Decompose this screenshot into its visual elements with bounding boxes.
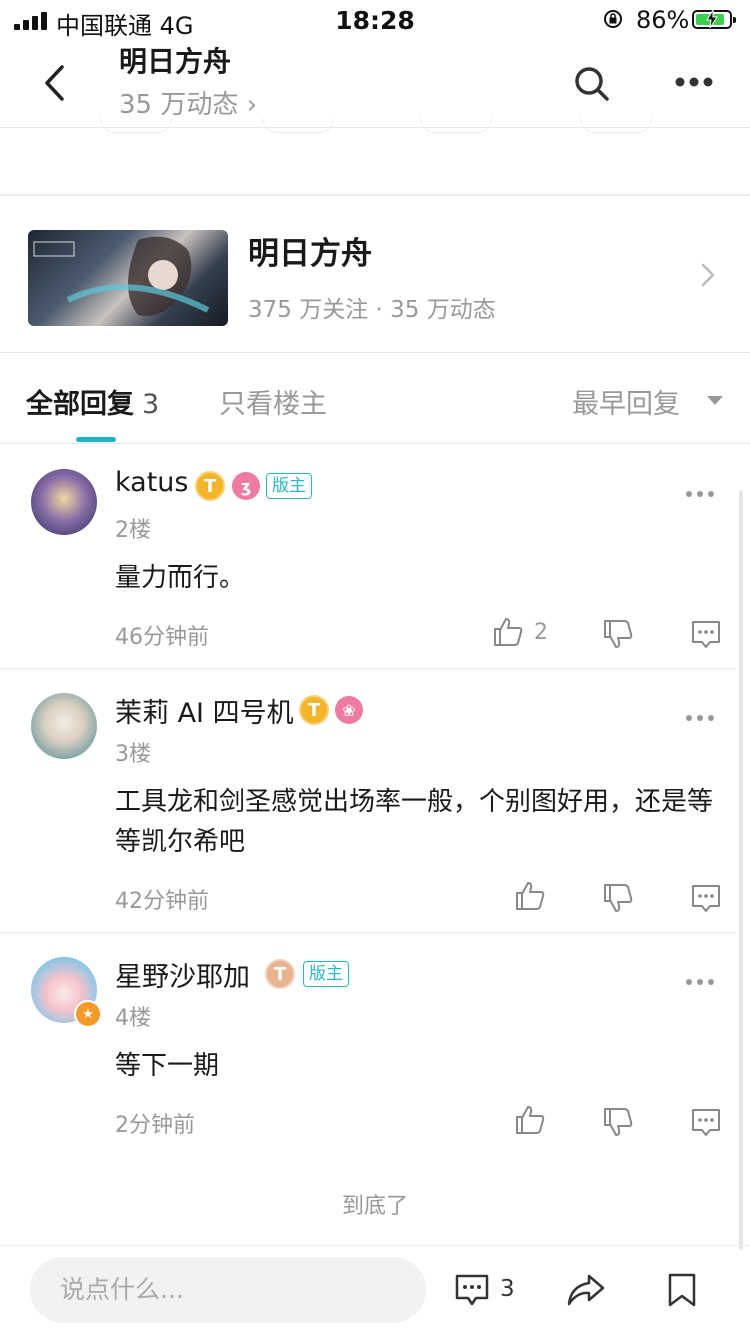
comment-icon[interactable]: [454, 1272, 490, 1308]
scrolled-avatar-hint: [580, 118, 652, 133]
scrolled-avatar-hint: [420, 118, 492, 133]
dislike-icon[interactable]: [602, 882, 634, 914]
moderator-tag: 版主: [303, 961, 349, 987]
comment-text: 等下一期: [115, 1051, 220, 1081]
avatar[interactable]: [31, 469, 97, 535]
status-bar: 中国联通 4G 18:28 86%: [0, 0, 750, 40]
floor-number: 3楼: [115, 742, 151, 767]
more-icon[interactable]: [674, 76, 714, 88]
tab-all-label: 全部回复: [26, 389, 134, 420]
comment-time: 42分钟前: [115, 889, 209, 914]
comment-divider: [0, 668, 736, 669]
forum-stats: 375 万关注 · 35 万动态: [248, 297, 496, 323]
forum-title: 明日方舟: [248, 236, 372, 272]
comment-divider: [0, 932, 736, 933]
like-icon[interactable]: [514, 1104, 546, 1136]
forum-cover-image: [28, 230, 228, 326]
tabs-divider: [0, 443, 750, 444]
sort-dropdown[interactable]: 最早回复: [572, 382, 680, 421]
username[interactable]: 星野沙耶加: [115, 955, 250, 994]
share-icon[interactable]: [565, 1272, 607, 1308]
fan-badge-icon: ʒ: [232, 472, 260, 500]
scrollbar[interactable]: [739, 490, 743, 1250]
tab-op-only[interactable]: 只看楼主: [219, 382, 327, 421]
reply-icon[interactable]: [690, 1106, 722, 1138]
tab-all-replies[interactable]: 全部回复 3: [26, 382, 159, 421]
battery-percent: 86%: [636, 6, 690, 34]
comment-text: 量力而行。: [115, 563, 246, 593]
battery-icon: [692, 10, 736, 29]
username[interactable]: katus: [115, 467, 188, 498]
search-icon[interactable]: [572, 64, 612, 104]
card-divider: [0, 352, 750, 353]
comment-count: 3: [500, 1276, 515, 1302]
reply-icon[interactable]: [690, 618, 722, 650]
comment-time: 2分钟前: [115, 1113, 195, 1138]
bookmark-icon[interactable]: [666, 1272, 698, 1308]
avatar[interactable]: [31, 693, 97, 759]
comment-more-icon[interactable]: [686, 715, 714, 721]
chevron-right-icon: [701, 263, 715, 287]
dislike-icon[interactable]: [602, 618, 634, 650]
fan-badge-icon: ❀: [335, 696, 363, 724]
like-icon[interactable]: [514, 880, 546, 912]
dislike-icon[interactable]: [602, 1106, 634, 1138]
tab-all-count: 3: [142, 389, 160, 420]
like-count: 2: [534, 620, 548, 645]
like-icon[interactable]: [492, 616, 524, 648]
page-title: 明日方舟: [119, 45, 232, 78]
level-badge-icon: T: [265, 959, 295, 989]
floor-number: 2楼: [115, 518, 151, 543]
moderator-tag: 版主: [266, 473, 312, 499]
caret-down-icon[interactable]: [706, 395, 724, 407]
scrolled-avatar-hint: [262, 118, 334, 133]
comment-time: 46分钟前: [115, 625, 209, 650]
level-badge-icon: T: [195, 471, 225, 501]
end-of-list-label: 到底了: [341, 1194, 408, 1219]
username[interactable]: 茉莉 AI 四号机: [115, 691, 294, 730]
floor-number: 4楼: [115, 1006, 151, 1031]
tab-indicator: [76, 437, 116, 442]
comment-text: 工具龙和剑圣感觉出场率一般，个别图好用，还是等等凯尔希吧: [115, 787, 714, 857]
comment-more-icon[interactable]: [686, 979, 714, 985]
scrolled-avatar-hint: [100, 118, 172, 133]
rotation-lock-icon: [604, 10, 622, 28]
comment-input[interactable]: 说点什么...: [30, 1257, 426, 1323]
bottom-bar-divider: [0, 1245, 750, 1246]
dynamics-count-link[interactable]: 35 万动态 ›: [119, 84, 257, 121]
reply-icon[interactable]: [690, 882, 722, 914]
certified-badge-icon: ★: [74, 1000, 102, 1028]
level-badge-icon: T: [299, 695, 329, 725]
comment-more-icon[interactable]: [686, 491, 714, 497]
back-icon[interactable]: [40, 64, 70, 102]
